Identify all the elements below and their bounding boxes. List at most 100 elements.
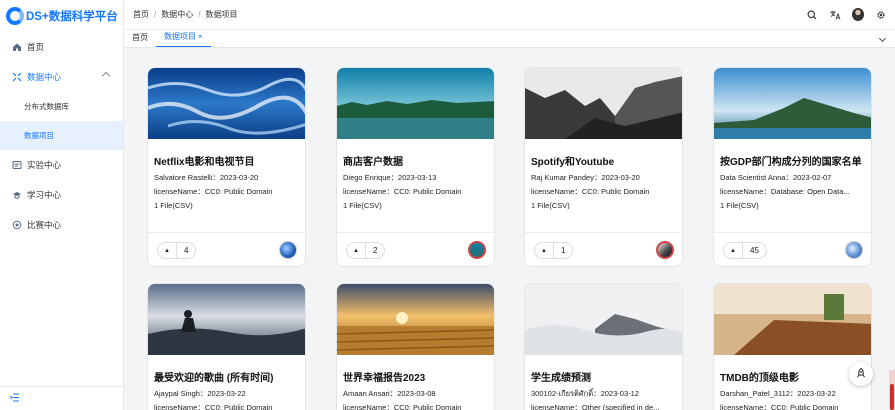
sidebar-item-label: 实验中心 (27, 160, 62, 170)
card-footer: ▲ 2 (337, 232, 494, 266)
upvote-count: 45 (742, 243, 766, 258)
breadcrumb: 首页 / 数据中心 / 数据项目 (124, 9, 237, 20)
card-files: 1 File(CSV) (720, 201, 759, 210)
upvote-count: 4 (176, 243, 195, 258)
sidebar-item-label: 数据中心 (27, 72, 62, 82)
tab-label: 数据项目 (164, 32, 196, 41)
breadcrumb-item[interactable]: 数据中心 (161, 9, 193, 20)
card-author: Amaan Ansari：2023-03-08 (343, 389, 436, 398)
settings-icon[interactable] (875, 9, 887, 21)
card-files: 1 File(CSV) (154, 201, 193, 210)
owner-avatar[interactable] (279, 241, 297, 259)
project-card[interactable]: 最受欢迎的歌曲 (所有时间) Ajaypal Singh：2023-03-22 … (147, 283, 306, 410)
card-author: Salvatore Rastelli：2023-03-20 (154, 173, 259, 182)
breadcrumb-item[interactable]: 首页 (133, 9, 149, 20)
card-cover-image (337, 68, 494, 139)
sidebar-subitem-data-projects[interactable]: 数据项目 (0, 121, 123, 150)
card-title[interactable]: 按GDP部门构成分列的国家名单 (714, 144, 871, 170)
project-grid: Netflix电影和电视节目 Salvatore Rastelli：2023-0… (124, 48, 895, 410)
card-footer: ▲ 1 (525, 232, 682, 266)
upvote-control[interactable]: ▲ 2 (346, 242, 386, 259)
project-card[interactable]: 世界幸福报告2023 Amaan Ansari：2023-03-08 licen… (336, 283, 495, 410)
upvote-count: 2 (365, 243, 384, 258)
card-footer: ▲ 4 (148, 232, 305, 266)
card-license: licenseName：Other (specified in de... (531, 403, 660, 410)
upvote-control[interactable]: ▲ 4 (157, 242, 197, 259)
back-to-top-button[interactable] (849, 362, 873, 386)
chevron-down-icon[interactable] (878, 34, 887, 43)
upvote-control[interactable]: ▲ 1 (534, 242, 574, 259)
project-card[interactable]: 按GDP部门构成分列的国家名单 Data Scientist Anna：2023… (713, 67, 872, 267)
card-title[interactable]: 世界幸福报告2023 (337, 360, 494, 386)
header-tools (795, 8, 895, 21)
upvote-triangle-icon[interactable]: ▲ (158, 243, 176, 258)
chevron-up-icon[interactable] (101, 71, 111, 81)
sidebar: DS+数据科学平台 首页 数据中心 分布式数据库 数据项目 实验中心 学习中心 … (0, 0, 124, 410)
card-title[interactable]: TMDB的顶级电影 (714, 360, 871, 386)
upvote-count: 1 (553, 243, 572, 258)
breadcrumb-item: 数据项目 (205, 10, 238, 19)
sidebar-item-home[interactable]: 首页 (0, 32, 123, 62)
sidebar-subitem-distributed-db[interactable]: 分布式数据库 (0, 92, 123, 121)
card-cover-image (148, 68, 305, 139)
sidebar-item-lab-center[interactable]: 实验中心 (0, 150, 123, 180)
card-author: 300102-เกียรติศักดิ์：2023-03-12 (531, 389, 639, 398)
tab-home[interactable]: 首页 (124, 32, 156, 47)
card-license: licenseName：CC0: Public Domain (154, 403, 273, 410)
tab-data-projects[interactable]: 数据项目 × (156, 31, 211, 47)
top-header: 首页 / 数据中心 / 数据项目 (124, 0, 895, 30)
card-title[interactable]: 学生成绩预测 (525, 360, 682, 386)
card-title[interactable]: 最受欢迎的歌曲 (所有时间) (148, 360, 305, 386)
logo-q-icon (6, 7, 24, 25)
logo[interactable]: DS+数据科学平台 (0, 0, 123, 32)
sidebar-collapse-button[interactable] (0, 386, 124, 410)
owner-avatar[interactable] (845, 241, 863, 259)
card-title[interactable]: 商店客户数据 (337, 144, 494, 170)
card-author: Raj Kumar Pandey：2023-03-20 (531, 173, 640, 182)
card-title[interactable]: Netflix电影和电视节目 (148, 144, 305, 170)
expand-icon (12, 72, 22, 82)
card-license: licenseName：CC0: Public Domain (531, 187, 650, 196)
project-card[interactable]: TMDB的顶级电影 Darshan_Patel_3112：2023-03-22 … (713, 283, 872, 410)
close-icon[interactable]: × (198, 32, 203, 41)
sidebar-item-competition-center[interactable]: 比赛中心 (0, 210, 123, 240)
sidebar-item-data-center[interactable]: 数据中心 (0, 62, 123, 92)
search-icon[interactable] (806, 9, 818, 21)
card-license: licenseName：CC0: Public Domain (343, 403, 462, 410)
upvote-control[interactable]: ▲ 45 (723, 242, 767, 259)
card-cover-image (714, 284, 871, 355)
card-files: 1 File(CSV) (531, 201, 570, 210)
card-license: licenseName：CC0: Public Domain (154, 187, 273, 196)
owner-avatar[interactable] (468, 241, 486, 259)
card-author: Darshan_Patel_3112：2023-03-22 (720, 389, 836, 398)
scroll-indicator[interactable] (889, 370, 895, 410)
sidebar-item-learning-center[interactable]: 学习中心 (0, 180, 123, 210)
user-avatar[interactable] (852, 8, 864, 21)
upvote-triangle-icon[interactable]: ▲ (347, 243, 365, 258)
translate-icon[interactable] (829, 9, 841, 21)
project-card[interactable]: Spotify和Youtube Raj Kumar Pandey：2023-03… (524, 67, 683, 267)
tab-label: 首页 (132, 33, 148, 42)
app-root: DS+数据科学平台 首页 数据中心 分布式数据库 数据项目 实验中心 学习中心 … (0, 0, 895, 410)
owner-avatar[interactable] (656, 241, 674, 259)
rocket-icon (856, 367, 866, 381)
card-author: Diego Enrique：2023-03-13 (343, 173, 437, 182)
avatar-image (852, 8, 864, 21)
learn-icon (12, 190, 22, 200)
lab-icon (12, 160, 22, 170)
menu-fold-icon (10, 393, 20, 405)
project-card[interactable]: 商店客户数据 Diego Enrique：2023-03-13 licenseN… (336, 67, 495, 267)
logo-text: DS+数据科学平台 (26, 11, 118, 23)
card-license: licenseName：Database: Open Data... (720, 187, 850, 196)
card-files: 1 File(CSV) (343, 201, 382, 210)
project-card[interactable]: 学生成绩预测 300102-เกียรติศักดิ์：2023-03-12 l… (524, 283, 683, 410)
tabs-bar: 首页 数据项目 × (124, 30, 895, 48)
card-title[interactable]: Spotify和Youtube (525, 144, 682, 170)
card-license: licenseName：CC0: Public Domain (343, 187, 462, 196)
card-cover-image (148, 284, 305, 355)
upvote-triangle-icon[interactable]: ▲ (535, 243, 553, 258)
card-author: Data Scientist Anna：2023-02-07 (720, 173, 832, 182)
sidebar-item-label: 比赛中心 (27, 220, 62, 230)
project-card[interactable]: Netflix电影和电视节目 Salvatore Rastelli：2023-0… (147, 67, 306, 267)
upvote-triangle-icon[interactable]: ▲ (724, 243, 742, 258)
